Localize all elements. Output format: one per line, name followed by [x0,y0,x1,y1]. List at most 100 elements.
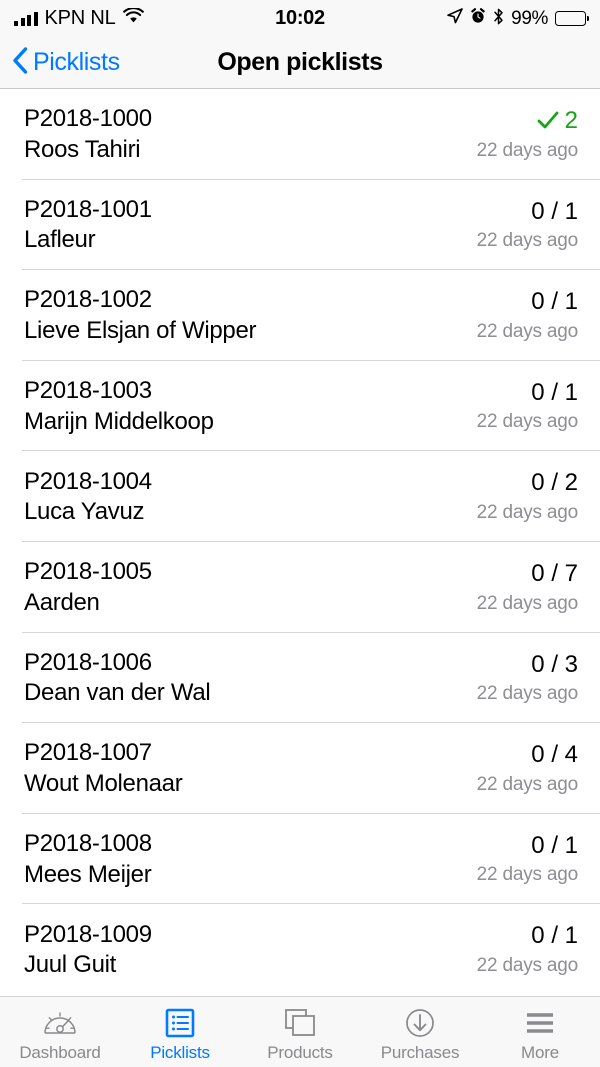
picklist-customer: Aarden [24,588,100,616]
hamburger-icon [525,1006,555,1040]
location-arrow-icon [447,8,463,29]
list-item-secondary: 0 / 4 22 days ago [476,741,579,795]
picklist-customer: Dean van der Wal [24,679,211,707]
battery-icon [555,11,589,26]
picklist-time: 22 days ago [476,502,579,524]
tab-picklists-label: Picklists [150,1042,210,1062]
picklist-progress: 0 / 1 [531,197,578,225]
picklist-progress: 2 [537,107,578,135]
list-item[interactable]: P2018-1007 Wout Molenaar 0 / 4 22 days a… [0,723,600,814]
picklist-time: 22 days ago [476,683,579,705]
list-item-secondary: 0 / 1 22 days ago [476,197,579,252]
picklist-code: P2018-1001 [24,195,152,223]
picklist-progress: 0 / 7 [531,560,578,588]
tab-more[interactable]: More [480,997,600,1067]
list-item[interactable]: P2018-1006 Dean van der Wal 0 / 3 22 day… [0,632,600,724]
list-document-icon [165,1006,195,1040]
list-item-secondary: 0 / 1 22 days ago [476,831,579,886]
picklist-customer: Roos Tahiri [24,135,141,163]
list-item[interactable]: P2018-1004 Luca Yavuz 0 / 2 22 days ago [0,451,600,542]
picklist-code: P2018-1008 [24,829,152,857]
list-item[interactable]: P2018-1005 Aarden 0 / 7 22 days ago [0,541,600,633]
picklist-progress: 0 / 2 [531,469,578,497]
picklist-code: P2018-1000 [24,105,152,133]
carrier-label: KPN NL [44,7,116,29]
picklist-time: 22 days ago [476,230,579,252]
list-item[interactable]: P2018-1009 Juul Guit 0 / 1 22 days ago [0,904,600,995]
wifi-icon [122,7,144,29]
picklist-code: P2018-1005 [24,558,152,586]
tab-purchases[interactable]: Purchases [360,997,480,1067]
picklist-customer: Lafleur [24,226,96,254]
picklist-code: P2018-1004 [24,467,152,495]
picklist-customer: Luca Yavuz [24,498,145,526]
gauge-icon [43,1006,77,1040]
nav-bar: Picklists Open picklists [0,37,600,89]
picklist-customer: Wout Molenaar [24,769,183,797]
picklist-customer: Marijn Middelkoop [24,407,214,435]
list-item[interactable]: P2018-1001 Lafleur 0 / 1 22 days ago [0,179,600,271]
list-item-secondary: 0 / 1 22 days ago [476,288,579,342]
list-item-secondary: 0 / 2 22 days ago [476,469,579,524]
tab-dashboard[interactable]: Dashboard [0,997,120,1067]
list-item[interactable]: P2018-1000 Roos Tahiri 2 22 days ago [0,89,600,180]
picklist-progress: 0 / 1 [531,288,578,316]
list-item-secondary: 0 / 1 22 days ago [476,379,579,433]
picklist-progress: 0 / 4 [531,741,578,769]
check-icon [537,111,559,129]
status-bar-left: KPN NL [14,7,144,30]
list-item-primary: P2018-1004 Luca Yavuz [24,468,152,526]
tab-picklists[interactable]: Picklists [120,997,240,1067]
picklist-progress-value: 2 [564,107,578,135]
picklist-code: P2018-1007 [24,739,152,767]
list-item-primary: P2018-1008 Mees Meijer [24,830,152,888]
chevron-left-icon [12,46,28,79]
back-button[interactable]: Picklists [12,46,120,79]
picklist-time: 22 days ago [476,320,579,342]
picklist-time: 22 days ago [476,592,579,614]
list-item-primary: P2018-1005 Aarden [24,558,152,616]
list-item[interactable]: P2018-1003 Marijn Middelkoop 0 / 1 22 da… [0,360,600,452]
bluetooth-icon [493,8,504,30]
tab-products-label: Products [267,1042,333,1062]
list-item-secondary: 2 22 days ago [477,107,579,161]
list-item[interactable]: P2018-1002 Lieve Elsjan of Wipper 0 / 1 … [0,270,600,361]
picklist-list[interactable]: P2018-1000 Roos Tahiri 2 22 days ago P20… [0,89,600,995]
list-item-primary: P2018-1007 Wout Molenaar [24,739,183,797]
list-item-secondary: 0 / 1 22 days ago [476,922,579,977]
tab-more-label: More [521,1042,559,1062]
picklist-code: P2018-1006 [24,648,152,676]
picklist-progress: 0 / 3 [531,650,578,678]
list-item[interactable]: P2018-1008 Mees Meijer 0 / 1 22 days ago [0,813,600,905]
status-bar: KPN NL 10:02 99% [0,0,600,37]
picklist-customer: Mees Meijer [24,860,152,888]
download-circle-icon [405,1006,435,1040]
list-item-secondary: 0 / 7 22 days ago [476,560,579,614]
stacked-boxes-icon [284,1006,316,1040]
alarm-clock-icon [470,8,486,29]
list-item-primary: P2018-1002 Lieve Elsjan of Wipper [24,286,256,344]
picklist-customer: Lieve Elsjan of Wipper [24,316,257,344]
back-button-label: Picklists [33,48,120,76]
list-item-primary: P2018-1009 Juul Guit [24,921,152,979]
picklist-time: 22 days ago [476,411,579,433]
picklist-time: 22 days ago [476,955,579,977]
tab-bar: Dashboard Picklists Products Purchases M… [0,996,600,1067]
status-bar-right: 99% [447,8,589,30]
picklist-progress: 0 / 1 [531,831,578,859]
picklist-code: P2018-1002 [24,286,152,314]
signal-bars-icon [14,11,38,26]
picklist-time: 22 days ago [476,864,579,886]
tab-dashboard-label: Dashboard [19,1042,101,1062]
picklist-time: 22 days ago [476,773,579,795]
tab-products[interactable]: Products [240,997,360,1067]
picklist-code: P2018-1009 [24,920,152,948]
list-item-primary: P2018-1000 Roos Tahiri [24,105,152,163]
picklist-progress: 0 / 1 [531,922,578,950]
picklist-code: P2018-1003 [24,376,152,404]
picklist-customer: Juul Guit [24,951,117,979]
list-item-primary: P2018-1006 Dean van der Wal [24,648,211,707]
tab-purchases-label: Purchases [380,1042,460,1062]
list-item-secondary: 0 / 3 22 days ago [476,650,579,705]
list-item-primary: P2018-1001 Lafleur [24,196,152,254]
